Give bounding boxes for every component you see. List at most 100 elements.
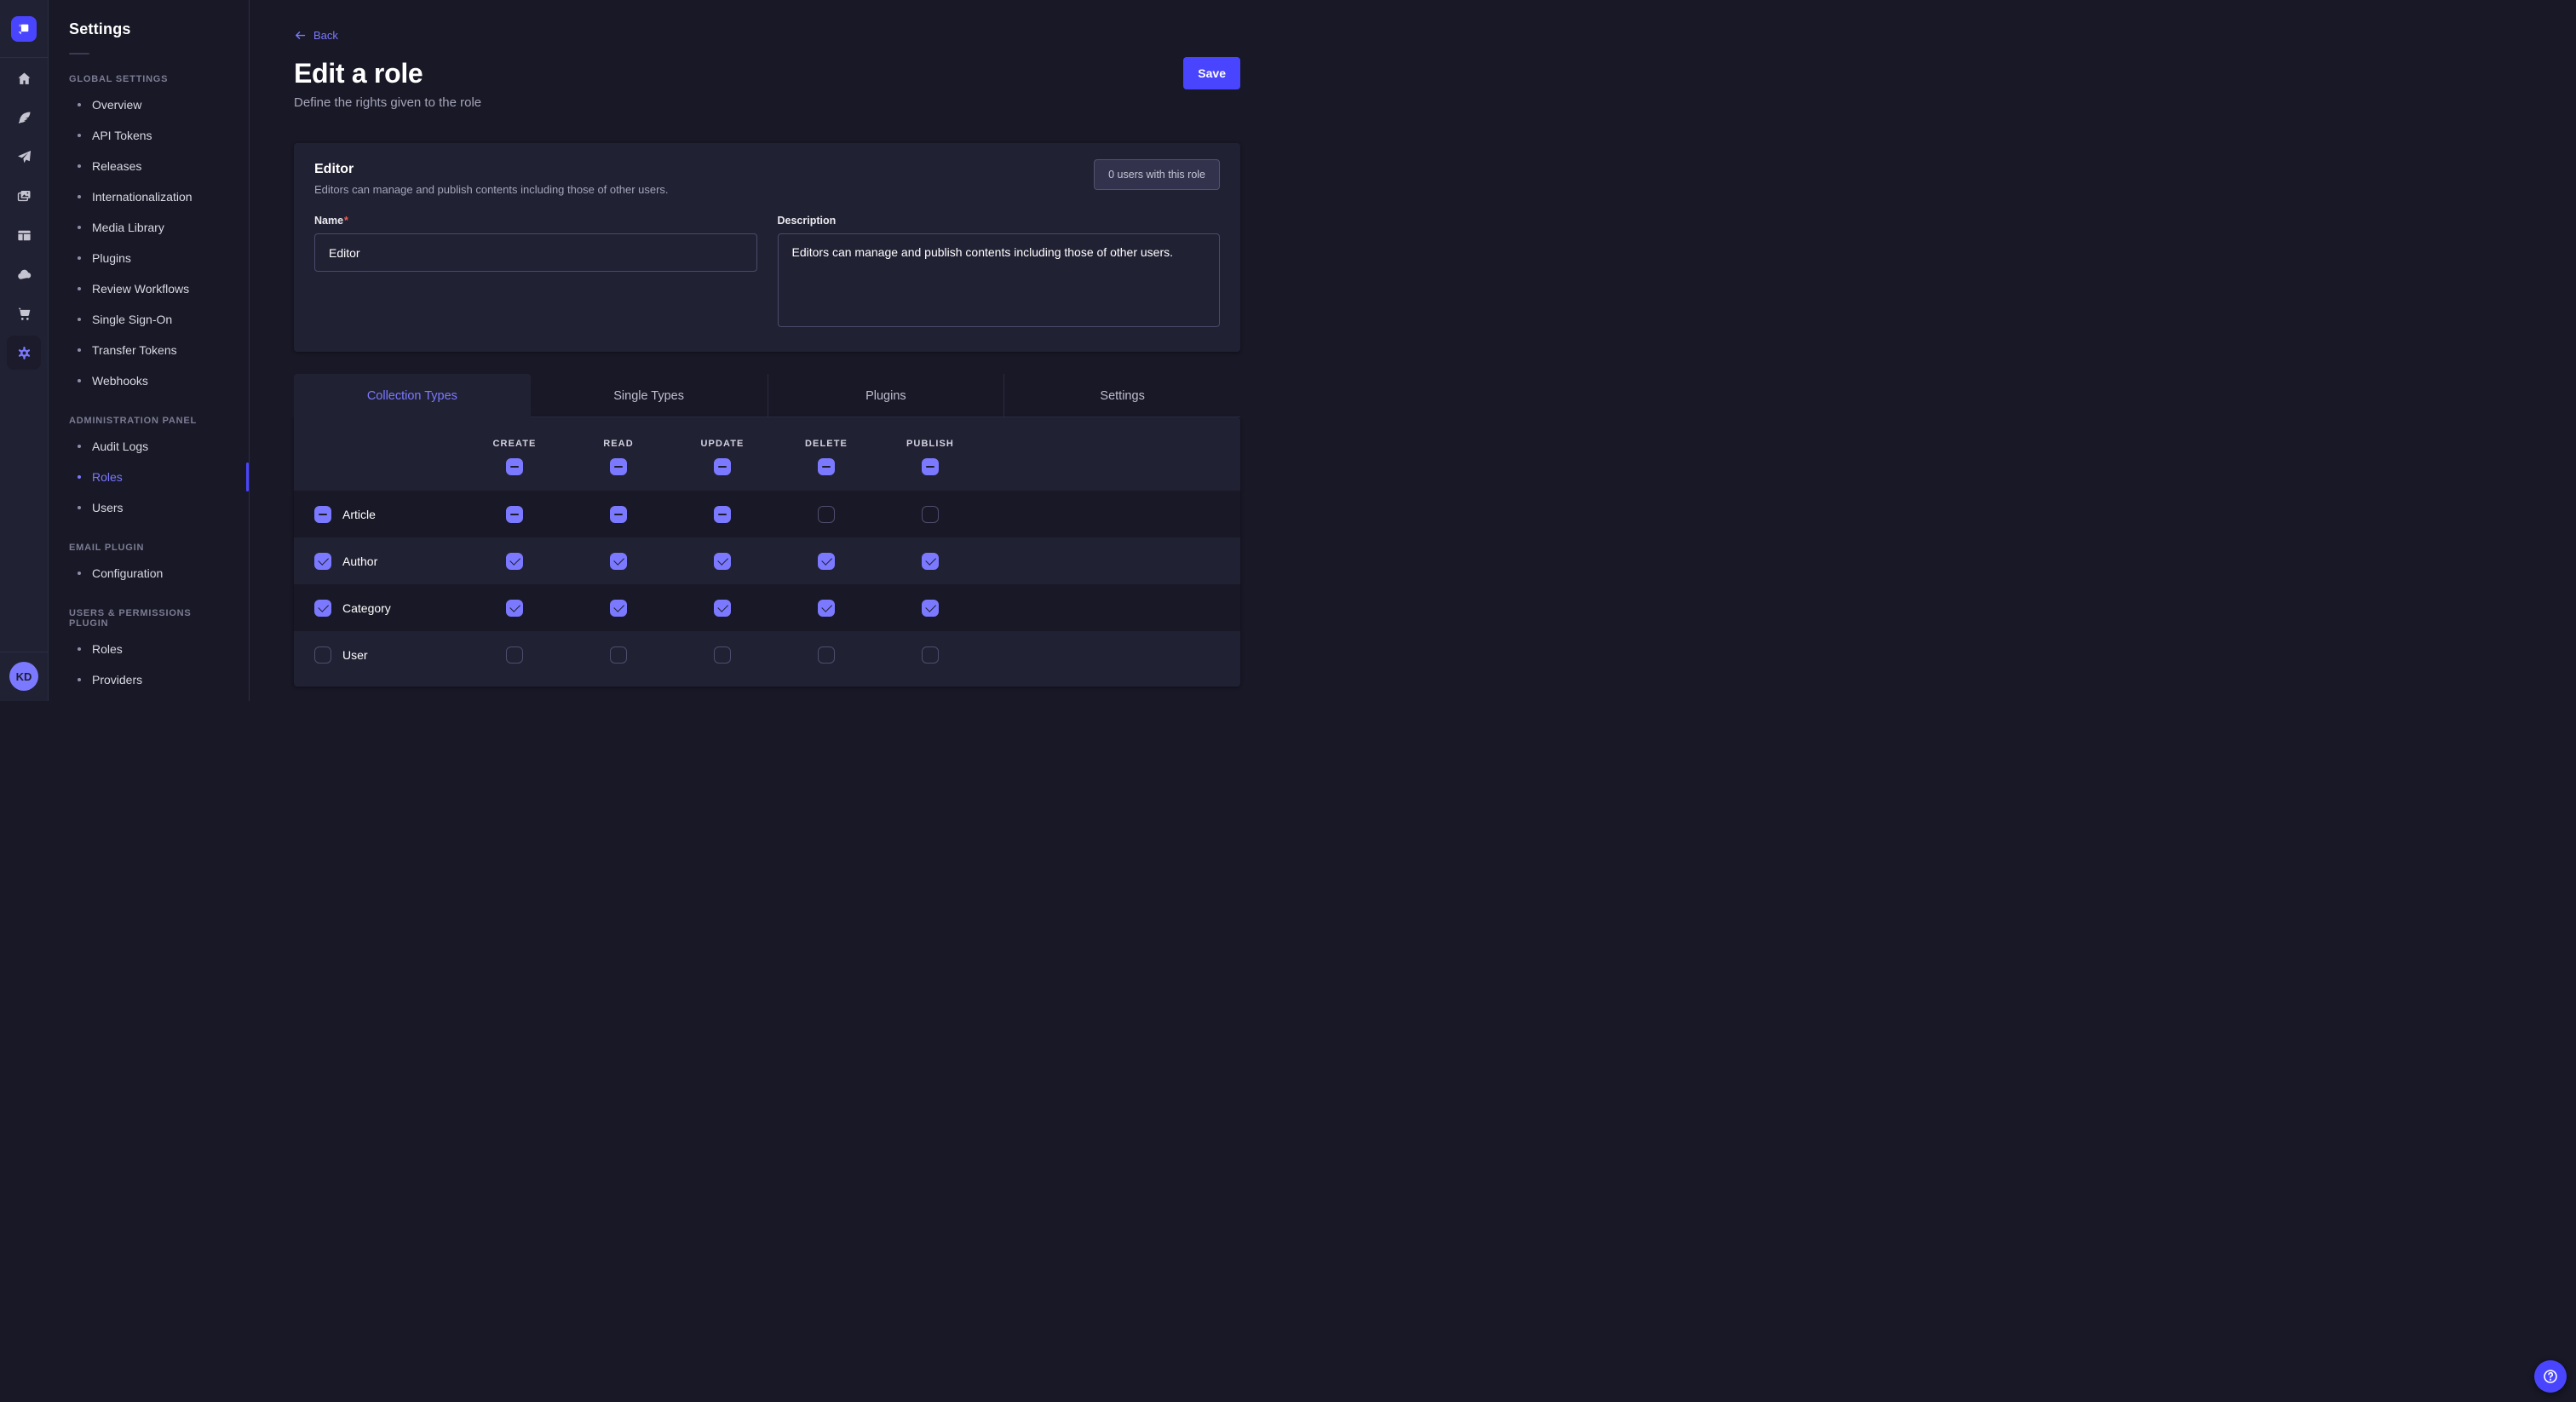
rail-item-cloud[interactable] (7, 257, 41, 291)
page-subtitle: Define the rights given to the role (294, 95, 1240, 110)
strapi-logo[interactable] (11, 16, 37, 42)
rail-item-marketplace[interactable] (7, 296, 41, 330)
users-with-role-button[interactable]: 0 users with this role (1094, 159, 1220, 190)
tab-single-types[interactable]: Single Types (531, 374, 768, 417)
main-content: Back Edit a role Save Define the rights … (250, 0, 1288, 701)
checkbox-author-publish[interactable] (922, 553, 939, 570)
checkbox-article-read[interactable] (610, 506, 627, 523)
checkbox-category-create[interactable] (506, 600, 523, 617)
permission-cell (463, 600, 566, 617)
subnav-section-email-plugin: EMAIL PLUGINConfiguration (49, 543, 249, 589)
settings-subnav: Settings GLOBAL SETTINGSOverviewAPI Toke… (49, 0, 250, 701)
sidebar-item-roles[interactable]: Roles (49, 462, 249, 492)
rail-bottom: KD (0, 652, 49, 701)
sidebar-item-single-sign-on[interactable]: Single Sign-On (49, 304, 249, 335)
subnav-title: Settings (49, 20, 249, 38)
checkbox-author-create[interactable] (506, 553, 523, 570)
sidebar-item-roles[interactable]: Roles (49, 634, 249, 664)
sidebar-item-plugins[interactable]: Plugins (49, 243, 249, 273)
checkbox-author-update[interactable] (714, 553, 731, 570)
help-button[interactable] (2534, 1360, 2567, 1393)
tab-settings[interactable]: Settings (1003, 374, 1240, 417)
permission-cell (463, 646, 566, 664)
rail-item-home[interactable] (7, 61, 41, 95)
checkbox-article[interactable] (314, 506, 331, 523)
bullet-icon (78, 506, 81, 509)
section-label: ADMINISTRATION PANEL (49, 416, 249, 426)
permission-cell (670, 646, 774, 664)
checkbox-user[interactable] (314, 646, 331, 664)
save-button[interactable]: Save (1183, 57, 1240, 89)
sidebar-item-review-workflows[interactable]: Review Workflows (49, 273, 249, 304)
column-header-read: READ (566, 434, 670, 475)
checkbox-article-delete[interactable] (818, 506, 835, 523)
sidebar-item-api-tokens[interactable]: API Tokens (49, 120, 249, 151)
checkbox-select-all-publish[interactable] (922, 458, 939, 475)
checkbox-article-publish[interactable] (922, 506, 939, 523)
checkbox-select-all-update[interactable] (714, 458, 731, 475)
checkbox-category-delete[interactable] (818, 600, 835, 617)
permission-cell (774, 553, 878, 570)
sidebar-item-internationalization[interactable]: Internationalization (49, 181, 249, 212)
sidebar-item-media-library[interactable]: Media Library (49, 212, 249, 243)
rail-item-deploy[interactable] (7, 140, 41, 174)
permission-row-user: User (294, 631, 1240, 678)
pictures-icon (16, 188, 32, 204)
rail-item-media-library[interactable] (7, 179, 41, 213)
checkbox-select-all-delete[interactable] (818, 458, 835, 475)
bullet-icon (78, 318, 81, 321)
checkbox-category-read[interactable] (610, 600, 627, 617)
home-icon (16, 71, 32, 87)
checkbox-user-read[interactable] (610, 646, 627, 664)
checkbox-category-publish[interactable] (922, 600, 939, 617)
rail-item-content-manager[interactable] (7, 218, 41, 252)
sidebar-item-label: Internationalization (92, 190, 193, 204)
back-link[interactable]: Back (294, 29, 338, 42)
checkbox-article-update[interactable] (714, 506, 731, 523)
permissions-tabs: Collection TypesSingle TypesPluginsSetti… (294, 374, 1240, 417)
subnav-section-administration-panel: ADMINISTRATION PANEL Audit LogsRoles Users (49, 416, 249, 523)
rail-item-content-builder[interactable] (7, 101, 41, 135)
checkbox-select-all-create[interactable] (506, 458, 523, 475)
avatar[interactable]: KD (9, 662, 38, 691)
bullet-icon (78, 445, 81, 448)
checkbox-category[interactable] (314, 600, 331, 617)
checkbox-user-create[interactable] (506, 646, 523, 664)
avatar-initials: KD (16, 670, 32, 683)
column-label: UPDATE (700, 439, 744, 449)
permissions-header-row: CREATEREADUPDATEDELETEPUBLISH (294, 417, 1240, 491)
checkbox-select-all-read[interactable] (610, 458, 627, 475)
tab-plugins[interactable]: Plugins (768, 374, 1004, 417)
checkbox-author-read[interactable] (610, 553, 627, 570)
sidebar-item-webhooks[interactable]: Webhooks (49, 365, 249, 396)
bullet-icon (78, 256, 81, 260)
sidebar-item-releases[interactable]: Releases (49, 151, 249, 181)
role-name-input[interactable] (314, 233, 757, 272)
sidebar-item-transfer-tokens[interactable]: Transfer Tokens (49, 335, 249, 365)
role-description-textarea[interactable]: Editors can manage and publish contents … (778, 233, 1221, 327)
checkbox-user-publish[interactable] (922, 646, 939, 664)
permission-cell (566, 506, 670, 523)
sidebar-item-configuration[interactable]: Configuration (49, 558, 249, 589)
checkbox-user-update[interactable] (714, 646, 731, 664)
sidebar-item-label: Users (92, 501, 124, 514)
column-label: CREATE (492, 439, 536, 449)
rail-item-settings[interactable] (7, 336, 41, 370)
tab-collection-types[interactable]: Collection Types (294, 374, 531, 417)
checkbox-author[interactable] (314, 553, 331, 570)
bullet-icon (78, 226, 81, 229)
bullet-icon (78, 164, 81, 168)
checkbox-category-update[interactable] (714, 600, 731, 617)
permission-cell (566, 553, 670, 570)
checkbox-author-delete[interactable] (818, 553, 835, 570)
sidebar-item-overview[interactable]: Overview (49, 89, 249, 120)
checkbox-article-create[interactable] (506, 506, 523, 523)
permission-row-article: Article (294, 491, 1240, 537)
sidebar-item-audit-logs[interactable]: Audit Logs (49, 431, 249, 462)
sidebar-item-label: API Tokens (92, 129, 152, 142)
checkbox-user-delete[interactable] (818, 646, 835, 664)
required-asterisk: * (344, 215, 348, 227)
sidebar-item-users[interactable]: Users (49, 492, 249, 523)
permission-cell (878, 600, 982, 617)
sidebar-item-providers[interactable]: Providers (49, 664, 249, 695)
